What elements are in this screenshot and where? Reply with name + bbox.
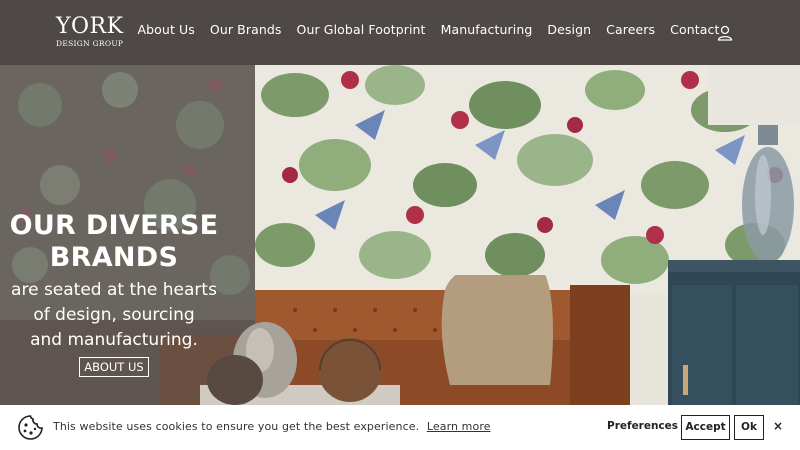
hero-subtitle: are seated at the hearts of design, sour… [0, 278, 228, 353]
navy-cabinet [668, 260, 800, 405]
hero-title: OUR DIVERSE BRANDS [0, 210, 228, 274]
learn-more-link[interactable]: Learn more [427, 420, 491, 433]
nav-item-our-brands[interactable]: Our Brands [202, 22, 289, 37]
nav-item-global-footprint[interactable]: Our Global Footprint [289, 22, 433, 37]
nav-item-careers[interactable]: Careers [599, 22, 663, 37]
cookie-banner: This website uses cookies to ensure you … [0, 405, 800, 450]
preferences-button[interactable]: Preferences [607, 420, 678, 432]
hero-text-block: OUR DIVERSE BRANDS are seated at the hea… [0, 210, 228, 353]
hero-sub-line3: and manufacturing. [30, 330, 198, 350]
logo-wordmark: YORK [56, 14, 124, 39]
logo-subtitle: DESIGN GROUP [56, 39, 124, 48]
ok-button[interactable]: Ok [734, 415, 764, 440]
hero-banner: OUR DIVERSE BRANDS are seated at the hea… [0, 65, 800, 405]
york-logo[interactable]: YORK DESIGN GROUP [56, 16, 126, 50]
user-icon[interactable] [716, 24, 734, 42]
cookie-icon [18, 415, 43, 440]
cookie-message-text: This website uses cookies to ensure you … [53, 420, 420, 433]
close-icon[interactable]: × [772, 419, 784, 433]
hero-title-line1: OUR DIVERSE [9, 210, 219, 241]
about-us-button[interactable]: ABOUT US [79, 357, 149, 377]
site-header: YORK DESIGN GROUP About Us Our Brands Ou… [0, 0, 800, 65]
decor-vases [200, 322, 400, 405]
cookie-message: This website uses cookies to ensure you … [53, 420, 491, 433]
nav-item-design[interactable]: Design [540, 22, 599, 37]
accept-button[interactable]: Accept [681, 415, 730, 440]
table-lamp [708, 65, 800, 263]
hero-sub-line2: of design, sourcing [33, 305, 195, 325]
main-nav: About Us Our Brands Our Global Footprint… [130, 22, 727, 37]
nav-item-manufacturing[interactable]: Manufacturing [433, 22, 540, 37]
hero-title-line2: BRANDS [49, 242, 179, 273]
nav-item-about-us[interactable]: About Us [130, 22, 202, 37]
hero-sub-line1: are seated at the hearts [11, 280, 217, 300]
